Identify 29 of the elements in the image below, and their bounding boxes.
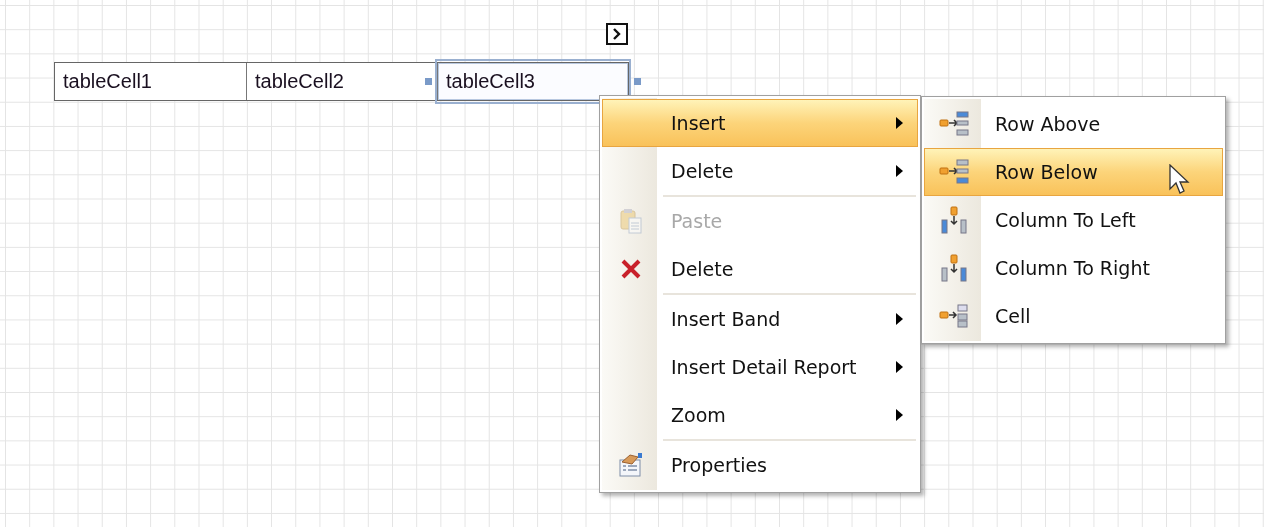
menu-item[interactable]: Row Above	[924, 100, 1223, 148]
menu-item[interactable]: Column To Left	[924, 196, 1223, 244]
menu-item[interactable]: Delete	[602, 245, 918, 293]
table-cell[interactable]: tableCell1	[55, 63, 246, 100]
menu-item[interactable]: Zoom	[602, 391, 918, 439]
menu-item[interactable]: Insert Band	[602, 295, 918, 343]
submenu-arrow-icon	[896, 409, 903, 421]
insert-column-icon	[939, 254, 968, 282]
submenu-arrow-icon	[896, 361, 903, 373]
clipboard-icon	[619, 208, 642, 234]
menu-item[interactable]: Insert	[602, 99, 918, 147]
resize-handle[interactable]	[425, 78, 432, 85]
menu-item[interactable]: Row Below	[924, 148, 1223, 196]
smart-tag-icon[interactable]	[606, 23, 628, 45]
insert-cell-icon	[938, 303, 969, 329]
insert-row-icon	[938, 111, 969, 137]
insert-column-icon	[939, 206, 968, 234]
submenu-arrow-icon	[896, 165, 903, 177]
submenu-arrow-icon	[896, 117, 903, 129]
properties-icon	[617, 452, 644, 478]
resize-handle[interactable]	[634, 78, 641, 85]
menu-item[interactable]: Properties	[602, 441, 918, 489]
close-icon	[619, 258, 642, 280]
menu-item[interactable]: Cell	[924, 292, 1223, 340]
menu-item[interactable]: Delete	[602, 147, 918, 195]
submenu-arrow-icon	[896, 313, 903, 325]
menu-item[interactable]: Column To Right	[924, 244, 1223, 292]
menu-item[interactable]: Insert Detail Report	[602, 343, 918, 391]
insert-row-icon	[938, 159, 969, 185]
